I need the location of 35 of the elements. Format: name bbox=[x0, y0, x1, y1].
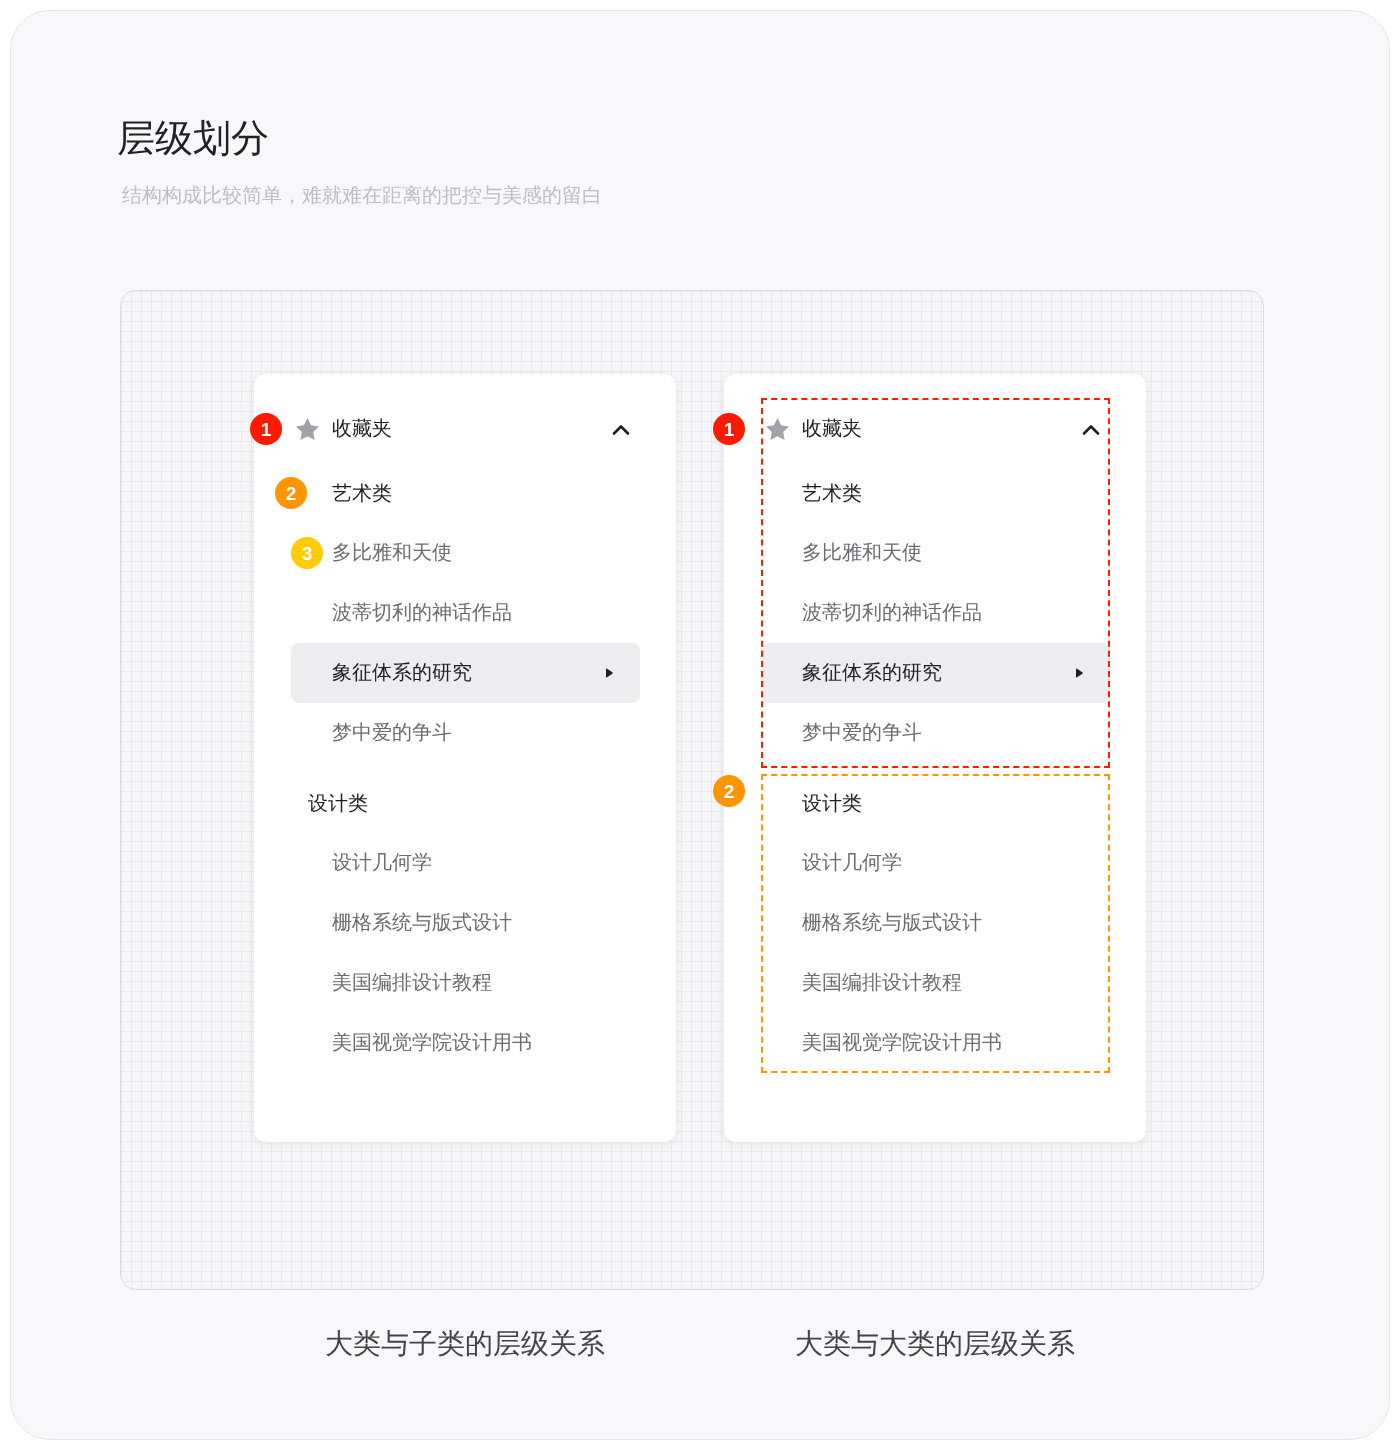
menu-item[interactable]: 栅格系统与版式设计 bbox=[761, 893, 1110, 953]
step-number-badge: 1 bbox=[250, 413, 282, 445]
triangle-right-icon bbox=[606, 668, 613, 678]
menu-item[interactable]: 多比雅和天使 bbox=[761, 523, 1110, 583]
menu-item[interactable]: 象征体系的研究 bbox=[291, 643, 640, 703]
menu-item[interactable]: 栅格系统与版式设计 bbox=[291, 893, 640, 953]
menu-item[interactable]: 多比雅和天使 bbox=[323, 523, 640, 583]
menu-group-label: 艺术类 bbox=[332, 480, 392, 506]
panel-caption: 大类与大类的层级关系 bbox=[795, 1327, 1075, 1361]
menu-header[interactable]: 收藏夹 bbox=[761, 399, 1110, 459]
step-number-badge: 2 bbox=[713, 775, 745, 807]
menu-item[interactable]: 设计几何学 bbox=[291, 833, 640, 893]
step-number-badge: 1 bbox=[713, 413, 745, 445]
star-icon bbox=[766, 418, 789, 440]
step-number-badge: 3 bbox=[291, 537, 323, 569]
menu-item[interactable]: 美国编排设计教程 bbox=[291, 953, 640, 1013]
menu-group-label: 设计类 bbox=[802, 790, 862, 816]
menu-item[interactable]: 波蒂切利的神话作品 bbox=[291, 583, 640, 643]
menu-item[interactable]: 美国视觉学院设计用书 bbox=[761, 1013, 1110, 1073]
page-subtitle: 结构构成比较简单，难就难在距离的把控与美感的留白 bbox=[122, 184, 602, 207]
menu-item[interactable]: 象征体系的研究 bbox=[761, 643, 1110, 703]
menu-item[interactable]: 梦中爱的争斗 bbox=[291, 703, 640, 763]
menu-group-label: 艺术类 bbox=[802, 480, 862, 506]
menu-item[interactable]: 设计几何学 bbox=[761, 833, 1110, 893]
menu-item[interactable]: 梦中爱的争斗 bbox=[761, 703, 1110, 763]
menu-header[interactable]: 收藏夹 bbox=[291, 399, 640, 459]
menu-group-label: 设计类 bbox=[308, 790, 368, 816]
menu-item[interactable]: 美国编排设计教程 bbox=[761, 953, 1110, 1013]
panel-caption: 大类与子类的层级关系 bbox=[325, 1327, 605, 1361]
star-icon bbox=[296, 418, 319, 440]
step-number-badge: 2 bbox=[275, 477, 307, 509]
menu-item[interactable]: 波蒂切利的神话作品 bbox=[761, 583, 1110, 643]
triangle-right-icon bbox=[1076, 668, 1083, 678]
menu-item[interactable]: 美国视觉学院设计用书 bbox=[291, 1013, 640, 1073]
page-title: 层级划分 bbox=[117, 116, 269, 161]
